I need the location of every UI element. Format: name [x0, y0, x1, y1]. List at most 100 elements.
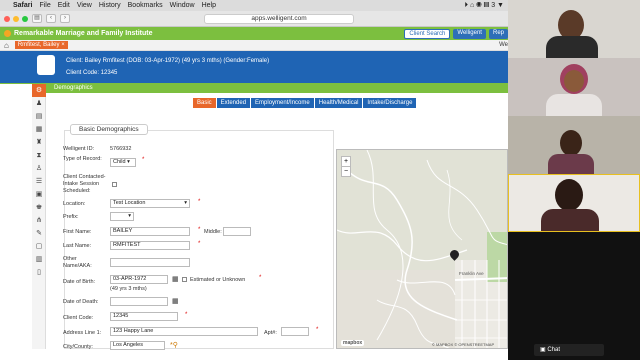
client-code-line: Client Code: 12345	[66, 70, 118, 76]
contacted-checkbox[interactable]	[112, 182, 117, 187]
tab-health-medical[interactable]: Health/Medical	[314, 98, 363, 108]
participant-body	[541, 209, 599, 231]
other-name-input[interactable]	[110, 258, 190, 267]
menu-history[interactable]: History	[99, 2, 121, 9]
section-title: Demographics	[54, 85, 93, 91]
location-label: Location:	[63, 201, 86, 207]
participant-face	[564, 70, 584, 92]
menu-safari[interactable]: Safari	[13, 2, 32, 9]
menu-window[interactable]: Window	[170, 2, 195, 9]
map-attribution: © MAPBOX © OPENSTREETMAP	[432, 342, 495, 347]
city-label: City/County:	[63, 344, 93, 350]
user-icon[interactable]: ♙	[32, 162, 46, 175]
last-name-label: Last Name:	[63, 243, 92, 249]
other-name-label: Other Name/AKA:	[63, 256, 92, 269]
required-marker: *	[259, 275, 262, 281]
zoom-out-icon[interactable]: −	[342, 166, 350, 176]
tab-extended[interactable]: Extended	[216, 98, 251, 108]
required-marker: *	[198, 241, 201, 247]
app-logo-icon	[4, 30, 11, 37]
browser-toolbar: ▤ ‹ › apps.welligent.com	[0, 11, 508, 27]
hourglass-icon[interactable]: ⧗	[32, 149, 46, 162]
welligent-button[interactable]: Welligent	[453, 28, 486, 39]
gear-icon[interactable]: ⚙	[32, 84, 46, 97]
group-title: Basic Demographics	[70, 124, 148, 135]
tree-icon[interactable]: ⋔	[32, 214, 46, 227]
city-lookup-icon[interactable]: *⚲	[170, 341, 178, 349]
menu-edit[interactable]: Edit	[58, 2, 70, 9]
minimize-window-icon[interactable]	[13, 15, 19, 22]
middle-input[interactable]	[223, 227, 251, 236]
box-icon[interactable]: ▣	[32, 188, 46, 201]
city-input[interactable]: Los Angeles	[110, 341, 165, 350]
mapbox-logo: mapbox	[341, 340, 365, 346]
dod-input[interactable]	[110, 297, 168, 306]
rep-button[interactable]: Rep	[488, 28, 508, 39]
address-bar[interactable]: apps.welligent.com	[204, 13, 354, 24]
close-window-icon[interactable]	[4, 15, 10, 22]
estimated-label: Estimated or Unknown	[190, 277, 246, 283]
demographics-tabs: Basic Extended Employment/Income Health/…	[193, 98, 417, 108]
estimated-checkbox[interactable]	[182, 277, 187, 282]
welligent-id-value: 5766932	[110, 146, 132, 152]
participant-head	[555, 179, 583, 211]
prefix-label: Prefix:	[63, 214, 79, 220]
home-icon[interactable]: ⌂	[4, 41, 9, 50]
first-name-label: First Name:	[63, 229, 92, 235]
type-of-record-label: Type of Record:	[63, 156, 102, 162]
dob-input[interactable]: 03-APR-1972	[110, 275, 168, 284]
app-header: Remarkable Marriage and Family Institute…	[0, 27, 508, 40]
type-of-record-select[interactable]: Child ▾	[110, 158, 136, 167]
tab-basic[interactable]: Basic	[193, 98, 216, 108]
pin-icon[interactable]: ✎	[32, 227, 46, 240]
apt-input[interactable]	[281, 327, 309, 336]
forward-icon[interactable]: ›	[60, 14, 70, 23]
participant-head	[560, 130, 582, 156]
page-icon[interactable]: ▯	[32, 266, 46, 279]
client-tab[interactable]: Rmfitest, Bailey ×	[14, 41, 68, 49]
client-search-button[interactable]: Client Search	[404, 28, 451, 39]
menu-file[interactable]: File	[39, 2, 50, 9]
map-street-label: Franklin Ave	[459, 271, 484, 276]
prefix-select[interactable]: ▾	[110, 212, 134, 221]
report-icon[interactable]: ▥	[32, 253, 46, 266]
participant-body	[548, 154, 594, 174]
first-name-input[interactable]: BAILEY	[110, 227, 190, 236]
location-select[interactable]: Test Location ▾	[110, 199, 190, 208]
zoom-in-icon[interactable]: +	[342, 157, 350, 166]
address1-input[interactable]: 123 Happy Lane	[110, 327, 258, 336]
required-marker: *	[198, 199, 201, 205]
address1-label: Address Line 1:	[63, 330, 102, 336]
tab-intake-discharge[interactable]: Intake/Discharge	[363, 98, 417, 108]
people-icon[interactable]: ♜	[32, 136, 46, 149]
menu-bookmarks[interactable]: Bookmarks	[128, 2, 163, 9]
participant-body	[546, 94, 602, 116]
map-zoom-controls[interactable]: + −	[341, 156, 351, 177]
list-icon[interactable]: ☰	[32, 175, 46, 188]
group-icon[interactable]: ♚	[32, 201, 46, 214]
back-icon[interactable]: ‹	[46, 14, 56, 23]
dob-calendar-icon[interactable]: ▦	[172, 275, 179, 283]
chat-button[interactable]: ▣ Chat	[534, 344, 604, 356]
menu-help[interactable]: Help	[202, 2, 216, 9]
location-map[interactable]: + − Franklin Ave mapbox © MAPBOX © OPENS…	[336, 149, 508, 349]
middle-label: Middle:	[204, 229, 222, 235]
tab-employment-income[interactable]: Employment/Income	[251, 98, 314, 108]
zoom-window-icon[interactable]	[22, 15, 28, 22]
calendar-icon[interactable]: ▦	[32, 123, 46, 136]
video-tile-2	[508, 58, 640, 116]
person-icon[interactable]: ♟	[32, 97, 46, 110]
sidebar-toggle-icon[interactable]: ▤	[32, 14, 42, 23]
app-title: Remarkable Marriage and Family Institute	[14, 30, 153, 37]
dod-calendar-icon[interactable]: ▦	[172, 297, 179, 305]
file-icon[interactable]: ▢	[32, 240, 46, 253]
last-name-input[interactable]: RMFITEST	[110, 241, 190, 250]
video-empty-area	[508, 232, 640, 360]
menu-view[interactable]: View	[77, 2, 92, 9]
document-icon[interactable]: ▤	[32, 110, 46, 123]
video-tile-3	[508, 116, 640, 174]
client-code-input[interactable]: 12345	[110, 312, 178, 321]
menubar-status-icons: ⏵ ⌂ ◉ ▤ 3 ▼	[464, 1, 504, 9]
avatar	[37, 55, 55, 75]
map-tiles	[337, 150, 507, 348]
